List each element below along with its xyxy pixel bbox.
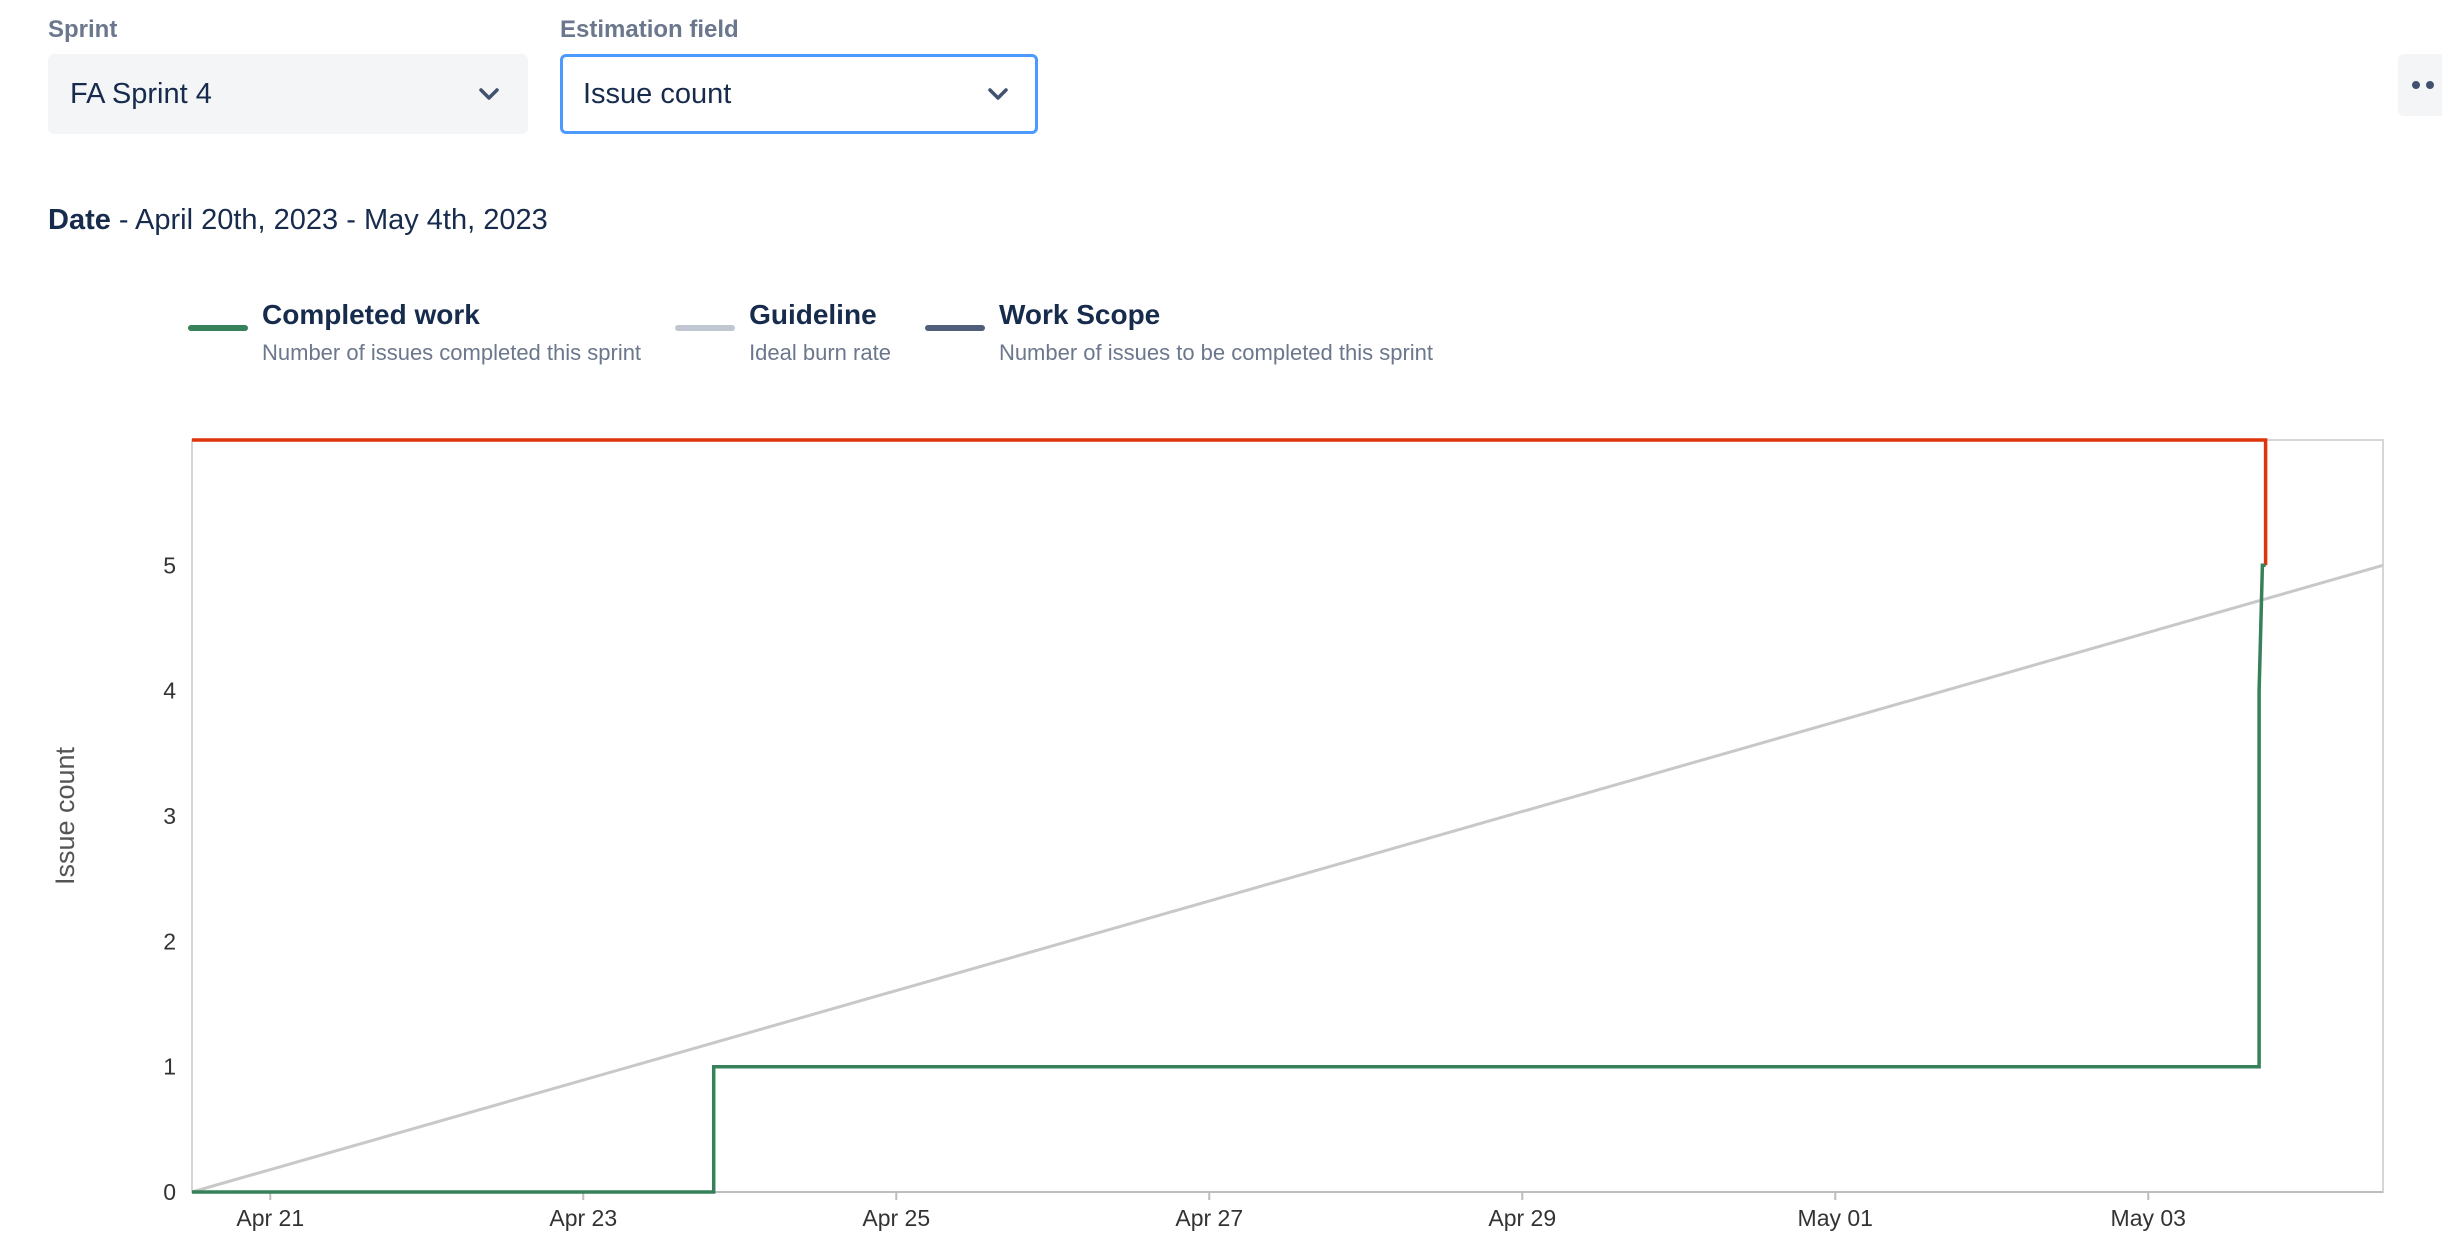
chart-legend: Completed work Number of issues complete…: [188, 298, 1467, 366]
sprint-select[interactable]: FA Sprint 4: [48, 54, 528, 134]
sprint-select-value: FA Sprint 4: [70, 77, 212, 110]
x-tick-label: May 01: [1798, 1205, 1873, 1231]
legend-swatch-completed: [188, 325, 248, 331]
burnup-chart: 0 1 2 3 4 5 Apr 21 Apr 23 Apr 25 Apr 27 Apr 29 May …: [50, 438, 2384, 1231]
estimation-select-value: Issue count: [583, 77, 732, 110]
y-tick-label: 5: [163, 552, 176, 578]
y-tick-label: 3: [163, 803, 176, 829]
legend-desc: Ideal burn rate: [749, 340, 891, 365]
y-tick-label: 0: [163, 1179, 176, 1205]
legend-desc: Number of issues completed this sprint: [262, 340, 642, 365]
date-range: Date - April 20th, 2023 - May 4th, 2023: [48, 204, 548, 237]
more-actions-button[interactable]: [2398, 54, 2442, 116]
legend-item-work-scope: Work Scope Number of issues to be comple…: [924, 298, 1434, 366]
estimation-field-label: Estimation field: [560, 16, 739, 43]
series-line-guideline: [191, 563, 2384, 1194]
y-tick-label: 1: [163, 1054, 176, 1080]
series-line-completed-work: [192, 563, 2266, 1194]
x-tick-label: Apr 23: [549, 1205, 617, 1231]
legend-item-guideline: Guideline Ideal burn rate: [675, 298, 891, 366]
x-tick-label: May 03: [2111, 1205, 2186, 1231]
x-tick-label: Apr 21: [236, 1205, 304, 1231]
legend-item-completed: Completed work Number of issues complete…: [188, 298, 641, 366]
y-tick-label: 4: [163, 678, 176, 704]
legend-title: Work Scope: [998, 299, 1161, 330]
y-tick-label: 2: [163, 928, 176, 954]
legend-title: Guideline: [749, 299, 877, 330]
legend-swatch-guideline: [675, 325, 736, 331]
plot-frame: [191, 439, 2384, 1193]
x-tick-label: Apr 29: [1488, 1205, 1556, 1231]
sprint-label: Sprint: [48, 16, 118, 43]
x-tick-label: Apr 27: [1175, 1205, 1243, 1231]
estimation-field-select[interactable]: Issue count: [560, 54, 1038, 134]
date-label: Date: [48, 204, 111, 236]
chevron-down-icon: [479, 88, 499, 100]
legend-title: Completed work: [262, 299, 480, 330]
series-line-work-scope: [192, 438, 2268, 566]
chevron-down-icon: [988, 88, 1008, 100]
legend-swatch-work-scope: [924, 325, 985, 331]
date-range-value: - April 20th, 2023 - May 4th, 2023: [118, 204, 548, 236]
legend-desc: Number of issues to be completed this sp…: [998, 340, 1434, 365]
y-axis-title: Issue count: [50, 746, 80, 885]
x-tick-label: Apr 25: [862, 1205, 930, 1231]
